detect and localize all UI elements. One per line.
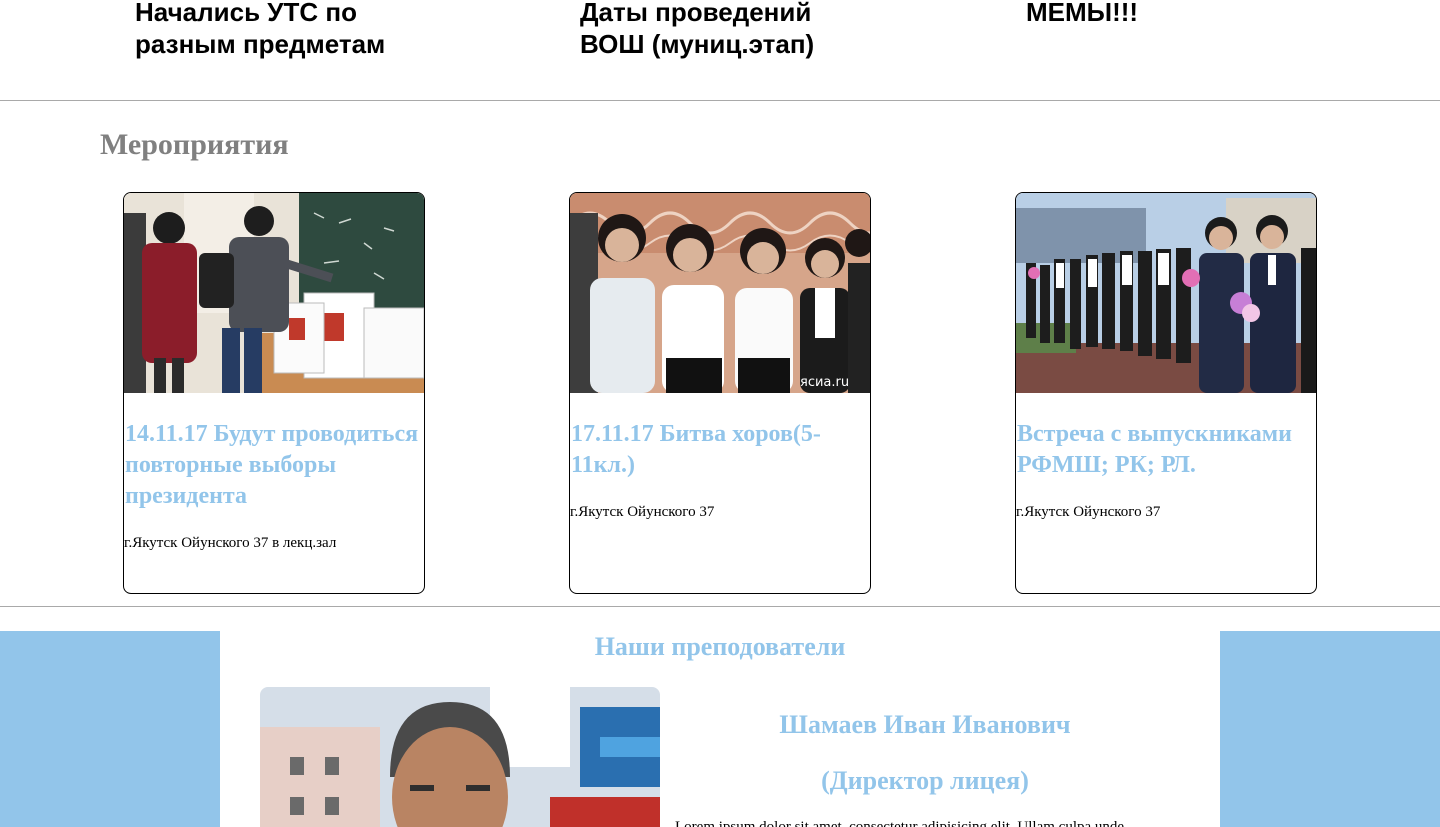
event-address: г.Якутск Ойунского 37: [570, 504, 715, 520]
event-title[interactable]: 14.11.17 Будут проводиться повторные выб…: [125, 419, 423, 512]
event-image-voting: [124, 193, 424, 393]
news-title-2[interactable]: Даты проведений ВОШ (муниц.этап): [580, 0, 880, 60]
event-card[interactable]: 14.11.17 Будут проводиться повторные выб…: [123, 192, 425, 594]
event-address: г.Якутск Ойунского 37 в лекц.зал: [124, 535, 337, 551]
divider: [0, 100, 1440, 101]
divider: [0, 606, 1440, 607]
event-card[interactable]: Встреча с выпускниками РФМШ; РК; РЛ. г.Я…: [1015, 192, 1317, 594]
event-title[interactable]: 17.11.17 Битва хоров(5-11кл.): [571, 419, 869, 481]
teacher-bio: Lorem ipsum dolor sit amet, consectetur …: [675, 819, 1125, 827]
event-title[interactable]: Встреча с выпускниками РФМШ; РК; РЛ.: [1017, 419, 1315, 481]
teacher-name: Шамаев Иван Иванович: [779, 710, 1071, 739]
news-title-3[interactable]: МЕМЫ!!!: [1026, 0, 1326, 28]
event-card[interactable]: ясиа.ru 17.11.17 Битва хоров(5-11кл.) г.…: [569, 192, 871, 594]
teachers-section: Наши преподователи Шамаев Иван Иванович …: [0, 631, 1440, 827]
event-image-choir: ясиа.ru: [570, 193, 870, 393]
teacher-role: (Директор лицея): [821, 766, 1029, 795]
event-address: г.Якутск Ойунского 37: [1016, 504, 1161, 520]
news-title-1[interactable]: Начались УТС по разным предметам: [135, 0, 435, 60]
teacher-photo: [260, 687, 660, 827]
event-image-graduates: [1016, 193, 1316, 393]
teachers-panel: Наши преподователи Шамаев Иван Иванович …: [220, 631, 1220, 827]
events-heading: Мероприятия: [100, 128, 289, 161]
watermark-text: ясиа.ru: [800, 375, 849, 390]
news-row: Начались УТС по разным предметам Даты пр…: [0, 0, 1440, 100]
teachers-heading: Наши преподователи: [594, 632, 846, 661]
